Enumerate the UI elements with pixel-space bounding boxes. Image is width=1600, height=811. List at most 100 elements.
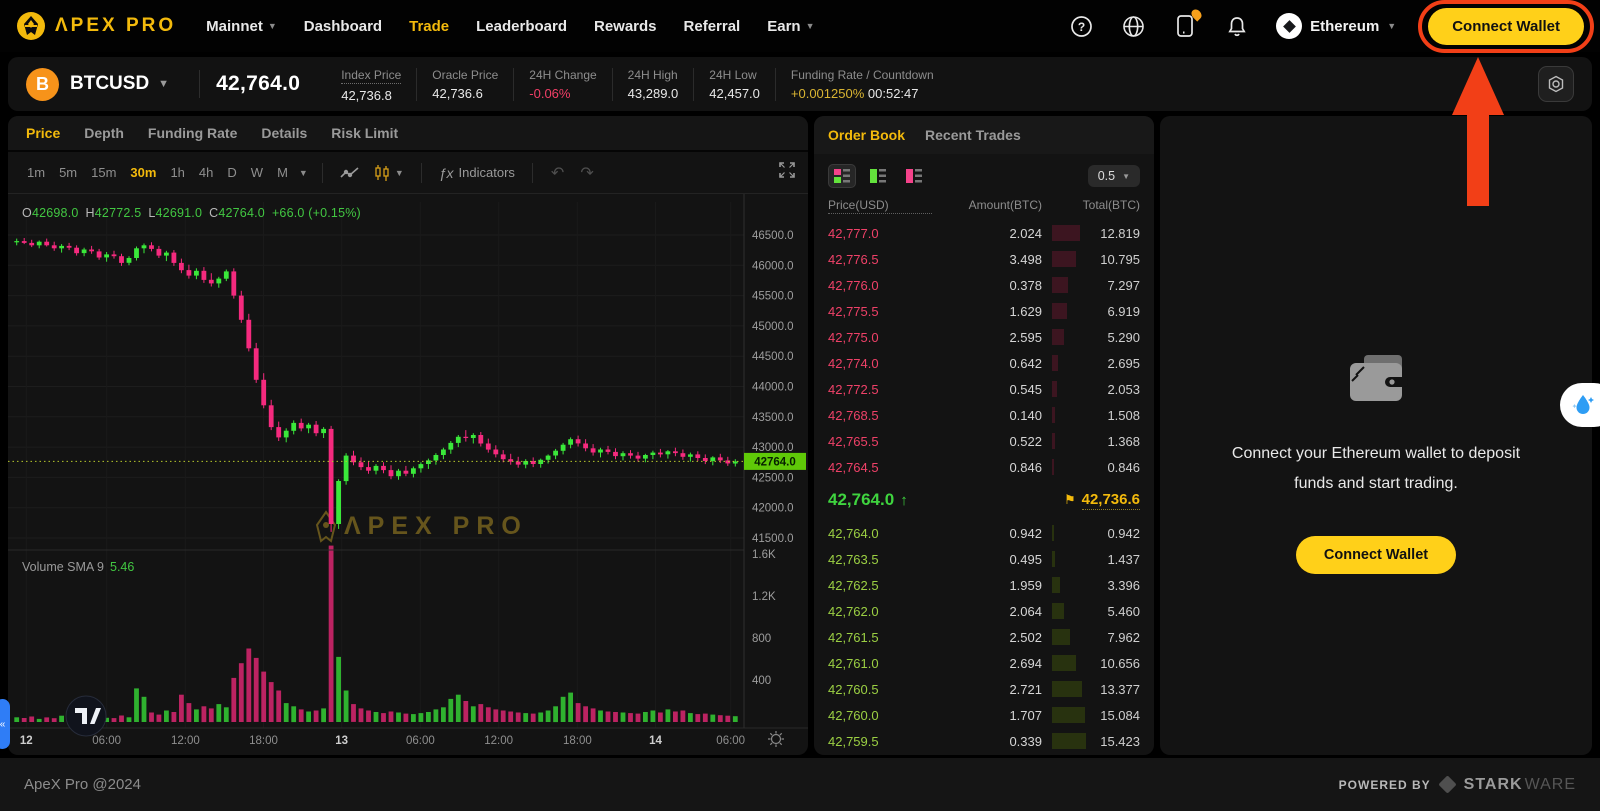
ask-row[interactable]: 42,775.51.6296.919: [814, 298, 1154, 324]
depth-bar: [1052, 251, 1076, 267]
ohlc-key: O: [22, 206, 32, 220]
mark-price[interactable]: 42,764.0: [828, 490, 894, 510]
oracle-price[interactable]: 42,736.6: [1082, 491, 1140, 510]
bid-row[interactable]: 42,760.01.70715.084: [814, 702, 1154, 728]
bid-price: 42,763.5: [828, 552, 932, 567]
starkware-brand-light: WARE: [1525, 776, 1576, 794]
svg-text:46500.0: 46500.0: [752, 230, 794, 242]
ob-tab-recent-trades[interactable]: Recent Trades: [925, 127, 1021, 143]
ask-row[interactable]: 42,765.50.5221.368: [814, 428, 1154, 454]
interval-4h[interactable]: 4h: [192, 165, 220, 180]
bid-price: 42,759.5: [828, 734, 932, 749]
svg-text:42764.0: 42764.0: [754, 456, 796, 468]
book-view-bids-icon[interactable]: [864, 164, 892, 188]
ask-price: 42,774.0: [828, 356, 932, 371]
bid-row[interactable]: 42,763.50.4951.437: [814, 546, 1154, 572]
nav-item-dashboard[interactable]: Dashboard: [304, 18, 382, 35]
ask-row[interactable]: 42,768.50.1401.508: [814, 402, 1154, 428]
tab-funding-rate[interactable]: Funding Rate: [148, 125, 237, 141]
bid-row[interactable]: 42,761.52.5027.962: [814, 624, 1154, 650]
depth-bar: [1052, 433, 1055, 449]
bid-amount: 0.942: [932, 526, 1042, 541]
main-menu: Mainnet▼ Dashboard Trade Leaderboard Rewards…: [206, 18, 814, 35]
side-drawer-handle[interactable]: «: [0, 699, 10, 749]
depth-bar: [1052, 459, 1054, 475]
ask-row[interactable]: 42,772.50.5452.053: [814, 376, 1154, 402]
interval-1h[interactable]: 1h: [163, 165, 191, 180]
ask-row[interactable]: 42,764.50.8460.846: [814, 454, 1154, 480]
bid-row[interactable]: 42,762.51.9593.396: [814, 572, 1154, 598]
stat-value-main: 43,289.0: [628, 86, 679, 101]
order-book-controls: 0.5▼: [814, 154, 1154, 194]
interval-d[interactable]: D: [220, 165, 243, 180]
interval-more-chevron-icon[interactable]: ▼: [295, 168, 312, 178]
undo-icon[interactable]: ↶: [543, 163, 572, 183]
market-symbol[interactable]: BTCUSD: [70, 73, 149, 95]
bid-amount: 0.495: [932, 552, 1042, 567]
interval-15m[interactable]: 15m: [84, 165, 123, 180]
nav-item-mainnet[interactable]: Mainnet▼: [206, 18, 277, 35]
bid-row[interactable]: 42,759.50.33915.423: [814, 728, 1154, 754]
nav-item-referral[interactable]: Referral: [684, 18, 741, 35]
candle-style-icon[interactable]: ▼: [367, 164, 411, 182]
connect-wallet-button[interactable]: Connect Wallet: [1428, 8, 1584, 45]
indicators-button[interactable]: ƒx Indicators: [432, 165, 522, 181]
interval-30m[interactable]: 30m: [123, 165, 163, 180]
svg-text:43500.0: 43500.0: [752, 412, 794, 424]
redo-icon[interactable]: ↷: [572, 163, 601, 183]
symbol-chevron-icon[interactable]: ▼: [158, 78, 169, 90]
tab-details[interactable]: Details: [261, 125, 307, 141]
bid-row[interactable]: 42,760.52.72113.377: [814, 676, 1154, 702]
tab-depth[interactable]: Depth: [84, 125, 124, 141]
stat-value: 42,736.8: [341, 88, 401, 103]
ask-row[interactable]: 42,776.53.49810.795: [814, 246, 1154, 272]
mobile-app-icon[interactable]: [1172, 13, 1198, 39]
rewards-drop-widget[interactable]: [1560, 383, 1600, 427]
candlestick-chart-canvas[interactable]: ΛPEX PRO46500.046000.045500.045000.04450…: [8, 194, 808, 753]
nav-item-leaderboard[interactable]: Leaderboard: [476, 18, 567, 35]
fullscreen-icon[interactable]: [778, 161, 796, 184]
ticker-settings-button[interactable]: [1538, 66, 1574, 102]
interval-m[interactable]: M: [270, 165, 295, 180]
nav-item-rewards[interactable]: Rewards: [594, 18, 657, 35]
bid-amount: 0.339: [932, 734, 1042, 749]
ask-row[interactable]: 42,775.02.5955.290: [814, 324, 1154, 350]
candle-style-chevron-icon: ▼: [395, 168, 404, 178]
book-view-both-icon[interactable]: [828, 164, 856, 188]
nav-item-trade[interactable]: Trade: [409, 18, 449, 35]
help-icon[interactable]: ?: [1068, 13, 1094, 39]
footer: ApeX Pro @2024 POWERED BY STARK WARE: [0, 758, 1600, 811]
interval-1m[interactable]: 1m: [20, 165, 52, 180]
bid-row[interactable]: 42,762.02.0645.460: [814, 598, 1154, 624]
network-selector[interactable]: Ethereum ▼: [1276, 13, 1396, 39]
ask-row[interactable]: 42,774.00.6422.695: [814, 350, 1154, 376]
bid-row[interactable]: 42,761.02.69410.656: [814, 650, 1154, 676]
chart-panel: PriceDepthFunding RateDetailsRisk Limit …: [8, 116, 808, 755]
ask-row[interactable]: 42,776.00.3787.297: [814, 272, 1154, 298]
depth-bar: [1052, 381, 1057, 397]
ob-tab-order-book[interactable]: Order Book: [828, 127, 905, 143]
ask-price: 42,777.0: [828, 226, 932, 241]
interval-5m[interactable]: 5m: [52, 165, 84, 180]
nav-item-earn[interactable]: Earn▼: [767, 18, 814, 35]
language-globe-icon[interactable]: [1120, 13, 1146, 39]
book-view-asks-icon[interactable]: [900, 164, 928, 188]
line-chart-style-icon[interactable]: [333, 166, 367, 180]
oracle-flag-icon: ⚑: [1064, 492, 1076, 508]
connect-wallet-button-panel[interactable]: Connect Wallet: [1296, 536, 1456, 574]
depth-bar: [1052, 329, 1064, 345]
tab-price[interactable]: Price: [26, 125, 60, 141]
svg-text:1.2K: 1.2K: [752, 591, 776, 603]
interval-w[interactable]: W: [244, 165, 270, 180]
price-chart[interactable]: ΛPEX PRO46500.046000.045500.045000.04450…: [8, 194, 808, 753]
ask-amount: 0.545: [932, 382, 1042, 397]
tab-risk-limit[interactable]: Risk Limit: [331, 125, 398, 141]
grouping-select[interactable]: 0.5▼: [1088, 165, 1140, 187]
ask-row[interactable]: 42,777.02.02412.819: [814, 220, 1154, 246]
bid-row[interactable]: 42,764.00.9420.942: [814, 520, 1154, 546]
notifications-bell-icon[interactable]: [1224, 13, 1250, 39]
ticker-bar: B BTCUSD ▼ 42,764.0 Index Price42,736.8O…: [8, 57, 1592, 111]
svg-text:41500.0: 41500.0: [752, 533, 794, 545]
app-root: ΛPEX PRO Mainnet▼DashboardTradeLeaderboa…: [0, 0, 1600, 811]
nav-right: ? Ethereum ▼ Connect Wallet: [1068, 8, 1584, 45]
